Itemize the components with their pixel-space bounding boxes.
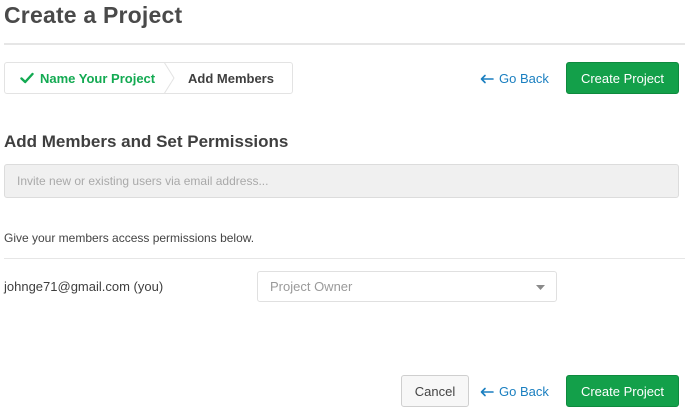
- member-role-select[interactable]: Project Owner: [257, 271, 557, 302]
- invite-email-input[interactable]: [4, 164, 679, 198]
- go-back-link-bottom[interactable]: Go Back: [480, 384, 549, 399]
- create-project-button-bottom[interactable]: Create Project: [566, 375, 679, 407]
- step-name-your-project[interactable]: Name Your Project: [5, 62, 175, 94]
- create-project-button-top[interactable]: Create Project: [566, 62, 679, 94]
- section-heading: Add Members and Set Permissions: [4, 132, 289, 151]
- go-back-label: Go Back: [499, 384, 549, 399]
- create-project-page: Create a Project Name Your Project Add M…: [0, 0, 687, 414]
- member-email: johnge71@gmail.com (you): [4, 279, 164, 294]
- members-divider: [4, 258, 685, 259]
- wizard-stepper: Name Your Project Add Members: [4, 62, 293, 94]
- caret-down-icon: [536, 285, 545, 290]
- page-title: Create a Project: [4, 2, 183, 28]
- step-add-members: Add Members: [188, 70, 274, 86]
- check-icon: [20, 72, 34, 84]
- title-divider: [4, 43, 685, 45]
- arrow-left-icon: [480, 387, 494, 396]
- step-separator-chevron: [164, 62, 175, 94]
- role-select-value: Project Owner: [270, 279, 353, 294]
- cancel-button[interactable]: Cancel: [401, 375, 469, 407]
- go-back-link-top[interactable]: Go Back: [480, 71, 549, 86]
- permissions-helper-text: Give your members access permissions bel…: [4, 231, 255, 245]
- go-back-label: Go Back: [499, 71, 549, 86]
- step-label: Name Your Project: [40, 70, 156, 86]
- arrow-left-icon: [480, 74, 494, 83]
